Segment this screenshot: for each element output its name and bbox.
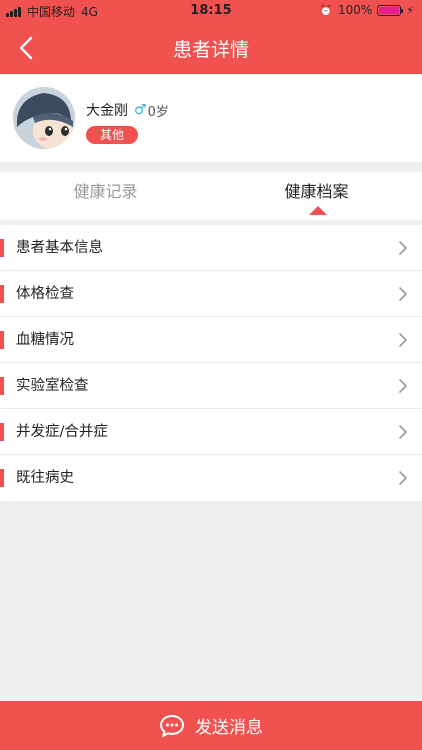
- item-accent-bar: [0, 469, 4, 487]
- item-accent-bar: [0, 285, 4, 303]
- list-item-label: 血糖情况: [16, 332, 74, 348]
- patient-age: ♂ 0岁: [134, 101, 169, 120]
- active-tab-indicator: [309, 206, 327, 215]
- battery-fill: [379, 6, 400, 14]
- send-message-button[interactable]: 发送消息: [0, 701, 422, 750]
- list-item-label: 实验室检查: [16, 378, 89, 394]
- list-item-label: 既往病史: [16, 470, 74, 486]
- patient-tag: 其他: [86, 126, 138, 144]
- patient-name: 大金刚: [86, 103, 128, 119]
- chevron-right-icon: [399, 425, 407, 439]
- patient-profile: 大金刚 ♂ 0岁 其他: [0, 74, 422, 162]
- item-accent-bar: [0, 377, 4, 395]
- item-accent-bar: [0, 331, 4, 349]
- status-bar: 中国移动 4G 18:15 ⏰ 100% ⚡: [0, 0, 422, 22]
- avatar-illustration-icon: [13, 87, 75, 149]
- tab-bar: 健康记录 健康档案: [0, 172, 422, 220]
- list-item-label: 并发症/合并症: [16, 424, 108, 440]
- nav-bar: 患者详情: [0, 22, 422, 74]
- list-item-label: 患者基本信息: [16, 240, 103, 256]
- list-item-physical-exam[interactable]: 体格检查: [0, 271, 422, 317]
- send-message-label: 发送消息: [195, 718, 263, 738]
- patient-name-row: 大金刚 ♂ 0岁: [86, 100, 169, 120]
- chevron-right-icon: [399, 471, 407, 485]
- list-item-complications[interactable]: 并发症/合并症: [0, 409, 422, 455]
- status-right: ⏰ 100% ⚡: [319, 3, 414, 17]
- page-title: 患者详情: [172, 39, 249, 61]
- avatar[interactable]: [13, 87, 75, 149]
- battery-percent: 100%: [337, 3, 373, 17]
- chevron-right-icon: [399, 241, 407, 255]
- battery-icon: [377, 4, 404, 16]
- chevron-right-icon: [399, 379, 407, 393]
- list-item-medical-history[interactable]: 既往病史: [0, 455, 422, 501]
- item-accent-bar: [0, 423, 4, 441]
- list-item-lab-tests[interactable]: 实验室检查: [0, 363, 422, 409]
- chevron-right-icon: [399, 333, 407, 347]
- list-item-label: 体格检查: [16, 286, 74, 302]
- top-bar: 中国移动 4G 18:15 ⏰ 100% ⚡ 患者详情: [0, 0, 422, 74]
- gender-icon: ♂: [134, 102, 147, 118]
- tab-health-records[interactable]: 健康记录: [0, 172, 211, 220]
- chat-bubble-icon: [159, 714, 185, 737]
- menu-list: 患者基本信息 体格检查 血糖情况 实验室检查 并发症/合并症 既往病史: [0, 225, 422, 501]
- alarm-icon: ⏰: [319, 3, 333, 17]
- chevron-right-icon: [399, 287, 407, 301]
- list-item-blood-glucose[interactable]: 血糖情况: [0, 317, 422, 363]
- item-accent-bar: [0, 239, 4, 257]
- charging-icon: ⚡: [406, 3, 414, 17]
- list-item-basic-info[interactable]: 患者基本信息: [0, 225, 422, 271]
- patient-age-value: 0岁: [147, 104, 169, 120]
